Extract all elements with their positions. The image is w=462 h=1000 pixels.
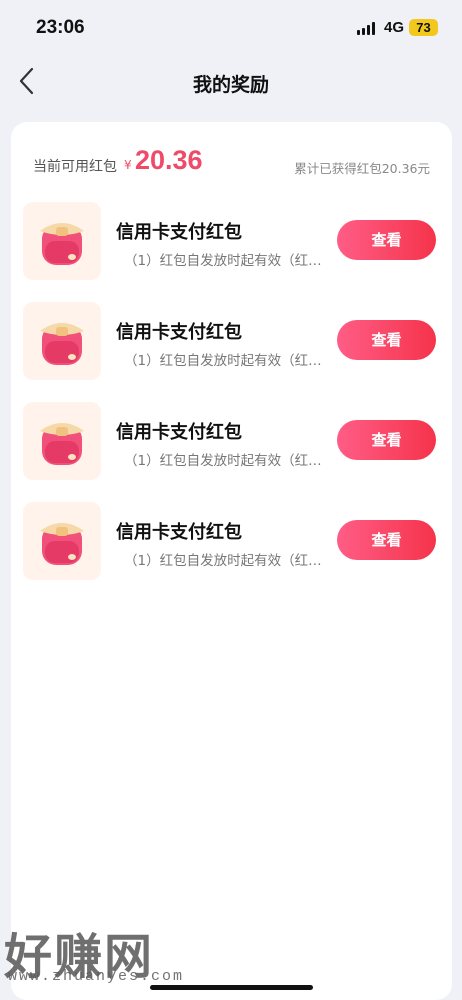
view-button[interactable]: 查看: [337, 420, 436, 460]
page-title: 我的奖励: [192, 74, 269, 96]
reward-item: 信用卡支付红包 （1）红包自发放时起有效（红包有效期以页面展示为准） 查看: [11, 502, 452, 582]
network-type: 4G: [384, 19, 405, 36]
reward-description: （1）红包自发放时起有效（红包有效期以页面展示为准）: [124, 253, 329, 269]
battery-icon: 73: [409, 19, 438, 36]
watermark-url: www.zhuanyes.com: [8, 968, 185, 985]
reward-title: 信用卡支付红包: [116, 322, 242, 343]
reward-thumbnail: [23, 502, 101, 580]
reward-thumbnail: [23, 302, 101, 380]
reward-title: 信用卡支付红包: [116, 522, 242, 543]
reward-description: （1）红包自发放时起有效（红包有效期以页面展示为准）: [124, 553, 329, 569]
reward-item: 信用卡支付红包 （1）红包自发放时起有效（红包有效期以页面展示为准） 查看: [11, 402, 452, 482]
reward-item: 信用卡支付红包 （1）红包自发放时起有效（红包有效期以页面展示为准） 查看: [11, 302, 452, 382]
reward-thumbnail: [23, 202, 101, 280]
red-envelope-icon: [40, 223, 84, 265]
reward-thumbnail: [23, 402, 101, 480]
reward-item: 信用卡支付红包 （1）红包自发放时起有效（红包有效期以页面展示为准） 查看: [11, 202, 452, 282]
reward-description: （1）红包自发放时起有效（红包有效期以页面展示为准）: [124, 453, 329, 469]
rewards-card: 当前可用红包 ¥ 20.36 累计已获得红包20.36元 信用卡支付红包 （1）…: [11, 122, 452, 1000]
balance-amount: 20.36: [135, 145, 203, 175]
currency-symbol: ¥: [124, 158, 132, 172]
home-indicator: [150, 985, 313, 990]
red-envelope-icon: [40, 323, 84, 365]
view-button[interactable]: 查看: [337, 520, 436, 560]
reward-description: （1）红包自发放时起有效（红包有效期以页面展示为准）: [124, 353, 329, 369]
cellular-signal-icon: [357, 22, 375, 35]
status-bar: 23:06 4G 73: [0, 0, 462, 56]
balance-summary: 当前可用红包 ¥ 20.36 累计已获得红包20.36元: [11, 122, 452, 192]
reward-title: 信用卡支付红包: [116, 422, 242, 443]
red-envelope-icon: [40, 523, 84, 565]
reward-title: 信用卡支付红包: [116, 222, 242, 243]
balance-label: 当前可用红包: [33, 159, 117, 175]
clock: 23:06: [36, 17, 85, 38]
red-envelope-icon: [40, 423, 84, 465]
nav-bar: 我的奖励: [0, 56, 462, 110]
total-earned: 累计已获得红包20.36元: [294, 161, 430, 176]
view-button[interactable]: 查看: [337, 320, 436, 360]
view-button[interactable]: 查看: [337, 220, 436, 260]
